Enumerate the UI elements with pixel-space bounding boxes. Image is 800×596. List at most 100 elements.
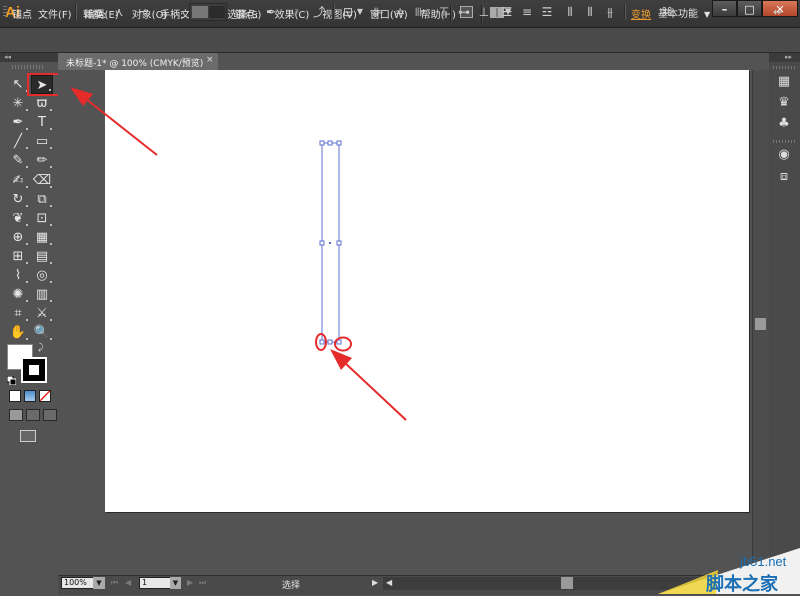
right-panel-dock xyxy=(769,53,800,594)
stroke-swatch[interactable] xyxy=(21,357,47,383)
control-separator xyxy=(75,4,76,20)
watermark-url: jb51.net xyxy=(740,554,787,569)
rectangle-tool-icon[interactable]: ▭ xyxy=(31,132,53,151)
eraser-tool-icon[interactable]: ⌫ xyxy=(31,171,53,190)
gradient-tool-icon[interactable]: ▤ xyxy=(31,247,53,266)
scale-tool-icon[interactable]: ⧉ xyxy=(31,190,53,209)
mesh-tool-icon[interactable]: ⊞ xyxy=(7,247,29,266)
gradient-mode-button[interactable] xyxy=(24,390,36,402)
control-bar-grip[interactable] xyxy=(3,6,7,18)
anchor-points-label: 锚点: xyxy=(235,10,259,21)
handle-toggle[interactable] xyxy=(189,3,227,21)
chevron-down-icon[interactable]: ▼ xyxy=(93,577,105,589)
symbol-sprayer-tool-icon[interactable]: ✺ xyxy=(7,285,29,304)
column-graph-tool-icon[interactable]: ▥ xyxy=(31,285,53,304)
color-guide-icon[interactable]: ▦ xyxy=(776,74,792,90)
distribute-right-icon[interactable]: ⫵ xyxy=(603,5,617,19)
artboard-tool-icon[interactable]: ⌗ xyxy=(7,304,29,323)
distribute-top-icon[interactable]: ☰ xyxy=(500,5,514,19)
first-artboard-icon[interactable]: ⏮ xyxy=(111,578,118,588)
remove-anchor-icon[interactable]: ✒ xyxy=(264,5,278,19)
document-tab-title: 未标题-1* @ 100% (CMYK/预览) xyxy=(66,59,204,69)
convert-to-smooth-icon[interactable]: ⌐ xyxy=(136,5,150,19)
symbols-icon[interactable]: ♣ xyxy=(776,116,792,132)
panel-group-grip[interactable] xyxy=(773,66,795,69)
distribute-horizontal-center-icon[interactable]: ⦀ xyxy=(583,5,597,19)
align-right-icon[interactable]: ⊪ xyxy=(413,5,427,19)
tab-close-icon[interactable]: × xyxy=(206,55,214,65)
handles-label: 手柄: xyxy=(160,10,184,21)
pen-tool-icon[interactable]: ✒ xyxy=(7,113,29,132)
align-left-icon[interactable]: ⊫ xyxy=(372,5,386,19)
slice-tool-icon[interactable]: ⚔ xyxy=(31,304,53,323)
next-artboard-icon[interactable]: ▶ xyxy=(187,578,193,587)
screen-mode-icon[interactable] xyxy=(20,430,36,442)
none-mode-button[interactable] xyxy=(39,390,51,402)
draw-mode-row xyxy=(9,409,57,421)
distribute-left-icon[interactable]: ⫴ xyxy=(563,5,577,19)
distribute-bottom-icon[interactable]: ☲ xyxy=(540,5,554,19)
chevron-down-icon[interactable]: ▼ xyxy=(353,5,367,19)
horizontal-scroll-thumb[interactable] xyxy=(561,577,573,589)
control-bar xyxy=(0,28,800,53)
tools-panel-grip[interactable] xyxy=(12,65,44,69)
maximize-button[interactable]: □ xyxy=(737,0,762,17)
chevron-down-icon[interactable]: ▼ xyxy=(170,577,181,589)
shape-builder-tool-icon[interactable]: ⊕ xyxy=(7,228,29,247)
warp-tool-icon[interactable]: ❦ xyxy=(7,209,29,228)
blob-brush-tool-icon[interactable]: ✍ xyxy=(7,171,29,190)
perspective-grid-tool-icon[interactable]: ▦ xyxy=(31,228,53,247)
selection-tool-icon[interactable]: ↖ xyxy=(7,75,29,94)
align-bottom-icon[interactable]: ⊥ xyxy=(477,5,491,19)
menu-file[interactable]: 文件(F) xyxy=(38,6,72,21)
color-mode-row xyxy=(9,390,51,402)
panel-group-grip[interactable] xyxy=(773,140,795,143)
connect-endpoints-icon[interactable]: ↗ xyxy=(288,5,302,19)
lasso-tool-icon[interactable]: ϖ xyxy=(31,94,53,113)
swap-fill-stroke-icon[interactable]: ⤸ xyxy=(38,343,43,353)
align-top-icon[interactable]: ⊤ xyxy=(437,5,451,19)
magic-wand-tool-icon[interactable]: ✳ xyxy=(7,94,29,113)
paintbrush-tool-icon[interactable]: ✎ xyxy=(7,151,29,170)
expand-panels-icon[interactable]: ▸▸ xyxy=(785,53,792,62)
hide-handles-icon[interactable] xyxy=(209,6,225,18)
align-vertical-center-icon[interactable]: ⊶ xyxy=(457,5,471,19)
transform-link[interactable]: 变换 xyxy=(631,6,651,21)
hand-tool-icon[interactable]: ✋ xyxy=(7,323,29,342)
pencil-tool-icon[interactable]: ✏ xyxy=(31,151,53,170)
free-transform-tool-icon[interactable]: ⊡ xyxy=(31,209,53,228)
rotate-tool-icon[interactable]: ↻ xyxy=(7,190,29,209)
status-current-tool[interactable]: 选择 xyxy=(282,578,300,591)
collapse-icon[interactable]: ◂◂ xyxy=(4,53,11,62)
graphic-styles-icon[interactable]: ⧈ xyxy=(776,169,792,185)
cut-path-icon[interactable]: ⤴ xyxy=(312,5,326,19)
show-handles-icon[interactable] xyxy=(192,6,208,18)
brushes-icon[interactable]: ♛ xyxy=(776,95,792,111)
panel-menu-icon[interactable]: ⇷ xyxy=(771,5,785,19)
draw-behind-icon[interactable] xyxy=(26,409,40,421)
draw-normal-icon[interactable] xyxy=(9,409,23,421)
eyedropper-tool-icon[interactable]: ⌇ xyxy=(7,266,29,285)
watermark-name: 脚本之家 xyxy=(706,574,778,595)
zoom-tool-icon[interactable]: 🔍 xyxy=(31,323,53,342)
anchor-label: 锚点 xyxy=(12,10,32,21)
blend-tool-icon[interactable]: ◎ xyxy=(31,266,53,285)
default-colors-icon[interactable] xyxy=(6,375,17,386)
scroll-left-icon[interactable]: ◀ xyxy=(386,578,392,587)
transform-each-icon[interactable]: ⌘ xyxy=(660,5,674,19)
appearance-icon[interactable]: ◉ xyxy=(776,147,792,163)
vertical-scroll-thumb[interactable] xyxy=(755,318,766,330)
align-horizontal-center-icon[interactable]: ≑ xyxy=(393,5,407,19)
convert-to-corner-icon[interactable]: ⋏ xyxy=(112,5,126,19)
artboard[interactable] xyxy=(105,70,749,512)
previous-artboard-icon[interactable]: ◀ xyxy=(125,578,131,587)
last-artboard-icon[interactable]: ⏭ xyxy=(199,578,206,588)
distribute-vertical-center-icon[interactable]: ≡ xyxy=(520,5,534,19)
draw-inside-icon[interactable] xyxy=(43,409,57,421)
status-menu-arrow-icon[interactable]: ▶ xyxy=(372,578,378,587)
line-segment-tool-icon[interactable]: ╱ xyxy=(7,132,29,151)
minimize-button[interactable]: – xyxy=(712,0,737,17)
control-separator xyxy=(624,4,625,20)
type-tool-icon[interactable]: T xyxy=(31,113,53,132)
color-mode-button[interactable] xyxy=(9,390,21,402)
